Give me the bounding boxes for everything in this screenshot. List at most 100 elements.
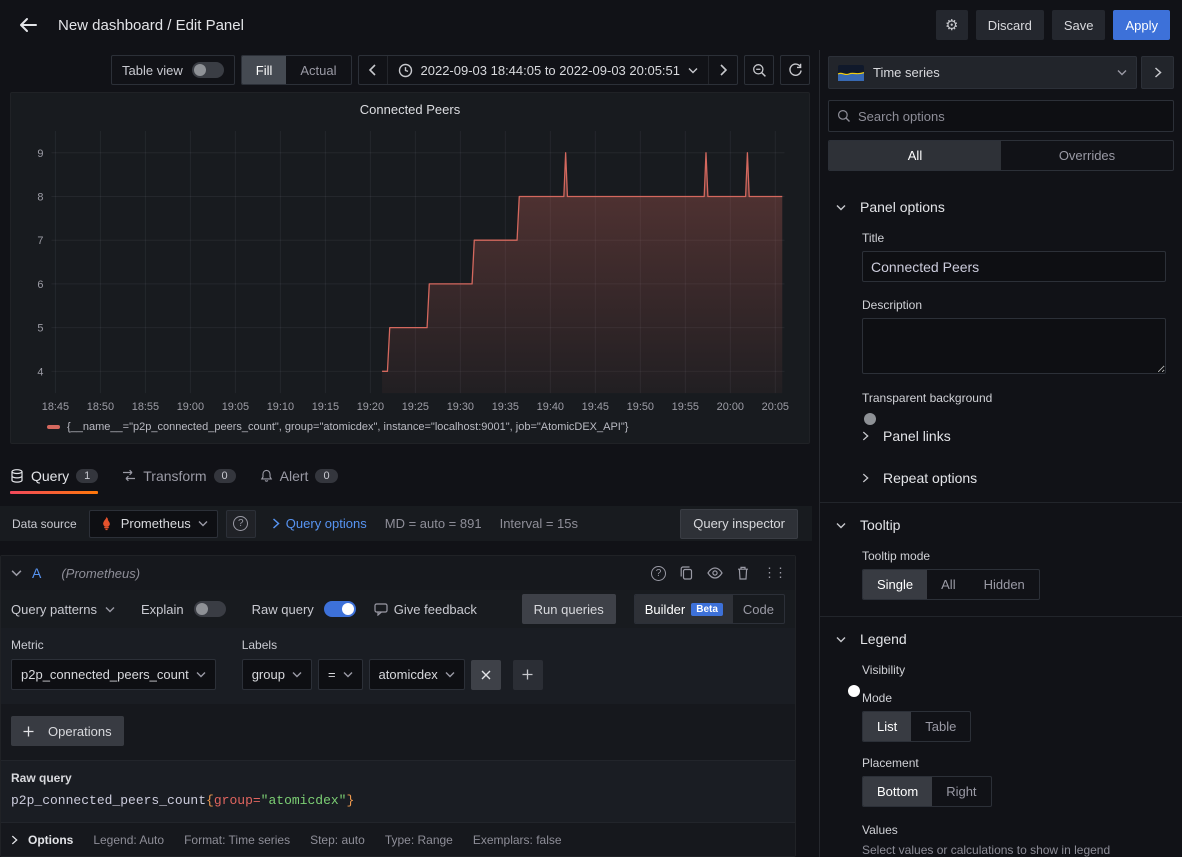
visualization-select[interactable]: Time series	[828, 56, 1137, 89]
explain-label: Explain	[141, 602, 184, 617]
refresh-button[interactable]	[780, 55, 810, 85]
chevron-down-icon	[105, 606, 115, 613]
query-header-row[interactable]: A (Prometheus) ? ⋮⋮	[1, 556, 795, 590]
visualization-suggestions-button[interactable]	[1141, 56, 1174, 89]
legend-placement-bottom[interactable]: Bottom	[863, 777, 932, 806]
tooltip-mode-hidden[interactable]: Hidden	[970, 570, 1039, 599]
discard-button[interactable]: Discard	[976, 10, 1044, 40]
add-label-button[interactable]	[513, 660, 543, 690]
label-value-select[interactable]: atomicdex	[369, 659, 465, 690]
svg-text:19:25: 19:25	[402, 401, 429, 413]
save-button[interactable]: Save	[1052, 10, 1106, 40]
label-operator-value: =	[328, 667, 336, 682]
query-patterns-dropdown[interactable]: Query patterns	[11, 602, 115, 617]
panel-links-section[interactable]: Panel links	[836, 415, 1166, 457]
beta-badge: Beta	[691, 603, 723, 616]
metric-value: p2p_connected_peers_count	[21, 667, 189, 682]
query-editor-card: A (Prometheus) ? ⋮⋮	[0, 555, 796, 857]
max-data-points-text: MD = auto = 891	[385, 516, 482, 531]
fill-option[interactable]: Fill	[242, 56, 287, 84]
svg-text:19:05: 19:05	[222, 401, 249, 413]
legend-header[interactable]: Legend	[836, 631, 1166, 647]
panel-description-textarea[interactable]	[862, 318, 1166, 374]
back-button[interactable]	[12, 9, 44, 41]
query-options-label: Query options	[286, 516, 367, 531]
give-feedback-link[interactable]: Give feedback	[374, 602, 477, 617]
query-inspector-button[interactable]: Query inspector	[680, 509, 798, 539]
fill-actual-group: Fill Actual	[241, 55, 352, 85]
options-expand[interactable]: Options	[11, 833, 73, 847]
time-shift-back-button[interactable]	[359, 56, 387, 84]
svg-text:19:10: 19:10	[267, 401, 294, 413]
drag-handle-icon[interactable]: ⋮⋮	[763, 565, 785, 581]
explain-toggle[interactable]	[194, 601, 226, 617]
time-range-picker[interactable]: 2022-09-03 18:44:05 to 2022-09-03 20:05:…	[387, 56, 710, 84]
table-view-toggle[interactable]	[192, 62, 224, 78]
search-options-input[interactable]	[858, 109, 1165, 124]
metric-select[interactable]: p2p_connected_peers_count	[11, 659, 216, 690]
zoom-out-icon	[752, 63, 767, 78]
query-options-toggle[interactable]: Query options	[272, 516, 367, 531]
panel-title-input[interactable]	[862, 251, 1166, 282]
tab-query[interactable]: Query 1	[10, 458, 98, 495]
tooltip-mode-all[interactable]: All	[927, 570, 969, 599]
tooltip-header[interactable]: Tooltip	[836, 517, 1166, 533]
panel-settings-button[interactable]: ⚙	[936, 10, 968, 40]
pane-splitter[interactable]	[812, 50, 820, 857]
chevron-down-icon	[836, 204, 846, 211]
legend-mode-group: List Table	[862, 711, 971, 742]
code-option[interactable]: Code	[733, 595, 784, 623]
builder-option[interactable]: Builder Beta	[635, 595, 733, 623]
legend-mode-list[interactable]: List	[863, 712, 911, 741]
run-queries-button[interactable]: Run queries	[522, 594, 616, 624]
series-legend-marker	[47, 425, 60, 429]
raw-metric-token: p2p_connected_peers_count	[11, 793, 206, 808]
repeat-options-section[interactable]: Repeat options	[836, 457, 1166, 486]
svg-text:19:00: 19:00	[177, 401, 204, 413]
tab-overrides[interactable]: Overrides	[1001, 141, 1173, 170]
chevron-down-icon	[198, 520, 208, 527]
panel-options-header[interactable]: Panel options	[836, 199, 1166, 215]
datasource-help-button[interactable]: ?	[226, 510, 256, 538]
label-operator-select[interactable]: =	[318, 659, 363, 690]
tooltip-mode-single[interactable]: Single	[863, 570, 927, 599]
options-sidebar: Time series All Overrides Panel options	[820, 50, 1182, 857]
label-key-select[interactable]: group	[242, 659, 312, 690]
datasource-select[interactable]: Prometheus	[89, 510, 218, 538]
label-value-value: atomicdex	[379, 667, 438, 682]
give-feedback-label: Give feedback	[394, 602, 477, 617]
svg-text:18:45: 18:45	[42, 401, 69, 413]
tab-transform[interactable]: Transform 0	[122, 458, 235, 495]
chevron-down-icon	[1117, 69, 1127, 76]
time-shift-forward-button[interactable]	[709, 56, 737, 84]
chevron-down-icon	[836, 522, 846, 529]
chevron-down-icon	[688, 67, 698, 74]
actual-option[interactable]: Actual	[286, 56, 350, 84]
tab-all[interactable]: All	[829, 141, 1001, 170]
chart-svg: 98765418:4518:5018:5519:0019:0519:1019:1…	[17, 123, 803, 417]
legend-placement-right[interactable]: Right	[932, 777, 990, 806]
legend-mode-table[interactable]: Table	[911, 712, 970, 741]
chart-panel-title: Connected Peers	[17, 99, 803, 123]
query-help-icon[interactable]: ?	[651, 566, 666, 581]
remove-label-button[interactable]	[471, 660, 501, 690]
title-field-label: Title	[862, 231, 1166, 245]
chart-legend-item[interactable]: {__name__="p2p_connected_peers_count", g…	[17, 421, 803, 433]
apply-button[interactable]: Apply	[1113, 10, 1170, 40]
datasource-value: Prometheus	[121, 516, 191, 531]
table-view-label: Table view	[122, 63, 183, 78]
tab-transform-count: 0	[214, 469, 236, 483]
main-column: Table view Fill Actual 2022-09-03 18:44:…	[0, 50, 812, 857]
operations-section: Operations	[1, 704, 795, 760]
add-operations-button[interactable]: Operations	[11, 716, 124, 746]
raw-query-toggle[interactable]	[324, 601, 356, 617]
duplicate-icon[interactable]	[680, 566, 693, 580]
svg-text:5: 5	[37, 322, 43, 334]
tab-alert-count: 0	[315, 469, 337, 483]
hide-response-eye-icon[interactable]	[707, 567, 723, 579]
tab-alert[interactable]: Alert 0	[260, 458, 338, 495]
legend-placement-group: Bottom Right	[862, 776, 992, 807]
trash-icon[interactable]	[737, 566, 749, 580]
zoom-out-button[interactable]	[744, 55, 774, 85]
panel-links-heading: Panel links	[883, 428, 951, 444]
